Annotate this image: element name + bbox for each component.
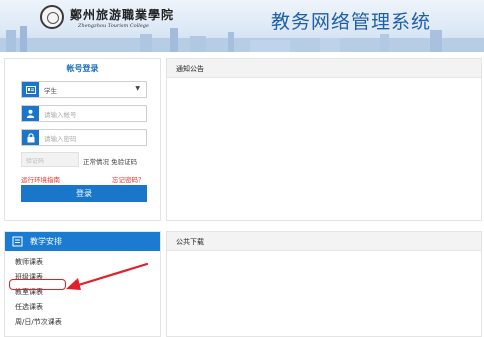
password-input[interactable]: 请输入密码 [21, 129, 147, 146]
schedule-title: 教学安排 [30, 237, 62, 246]
annotation-arrow-icon [66, 262, 149, 290]
schedule-item-teacher[interactable]: 教师课表 [15, 257, 43, 267]
forgot-password-link[interactable]: 忘记密码？ [112, 174, 145, 184]
env-guide-link[interactable]: 运行环境指南 [21, 174, 60, 184]
role-select-value: 学生 [44, 87, 57, 95]
downloads-title: 公共下载 [176, 238, 204, 246]
downloads-panel: 公共下载 [166, 231, 482, 337]
book-icon [12, 236, 23, 247]
account-placeholder: 请输入帐号 [44, 111, 77, 119]
college-name: 鄭州旅游職業學院 [70, 8, 175, 22]
notice-panel: 通知公告 [166, 58, 482, 221]
schedule-header: 教学安排 [5, 232, 160, 251]
notice-header: 通知公告 [167, 59, 481, 78]
captcha-placeholder: 验证码 [26, 158, 45, 165]
captcha-note: 正常情况 免验证码 [83, 158, 138, 166]
chevron-down-icon: ▼ [135, 85, 140, 92]
notice-title: 通知公告 [176, 65, 204, 73]
downloads-header: 公共下载 [167, 232, 481, 251]
login-button[interactable]: 登录 [21, 185, 147, 202]
password-placeholder: 请输入密码 [44, 135, 77, 143]
lock-icon [22, 130, 39, 145]
schedule-item-elective[interactable]: 任选课表 [15, 302, 43, 312]
account-input[interactable]: 请输入帐号 [21, 105, 147, 122]
captcha-input[interactable]: 验证码 [21, 152, 79, 167]
college-logo-icon [40, 5, 64, 29]
college-name-en: Zhengzhou Tourism College [78, 23, 149, 29]
login-title: 帐号登录 [66, 64, 99, 73]
system-title: 教务网络管理系统 [271, 11, 432, 33]
page-header: 鄭州旅游職業學院 Zhengzhou Tourism College 教务网络管… [0, 0, 484, 52]
annotation-oval [9, 279, 66, 290]
user-icon [22, 106, 39, 121]
login-panel: 帐号登录 学生 ▼ 请输入帐号 请输入密码 验证码 正常情况 免验证码 运行环境… [4, 58, 161, 221]
role-select[interactable]: 学生 ▼ [21, 81, 147, 98]
id-card-icon [22, 82, 39, 97]
schedule-item-period[interactable]: 周/日/节次课表 [15, 317, 62, 327]
